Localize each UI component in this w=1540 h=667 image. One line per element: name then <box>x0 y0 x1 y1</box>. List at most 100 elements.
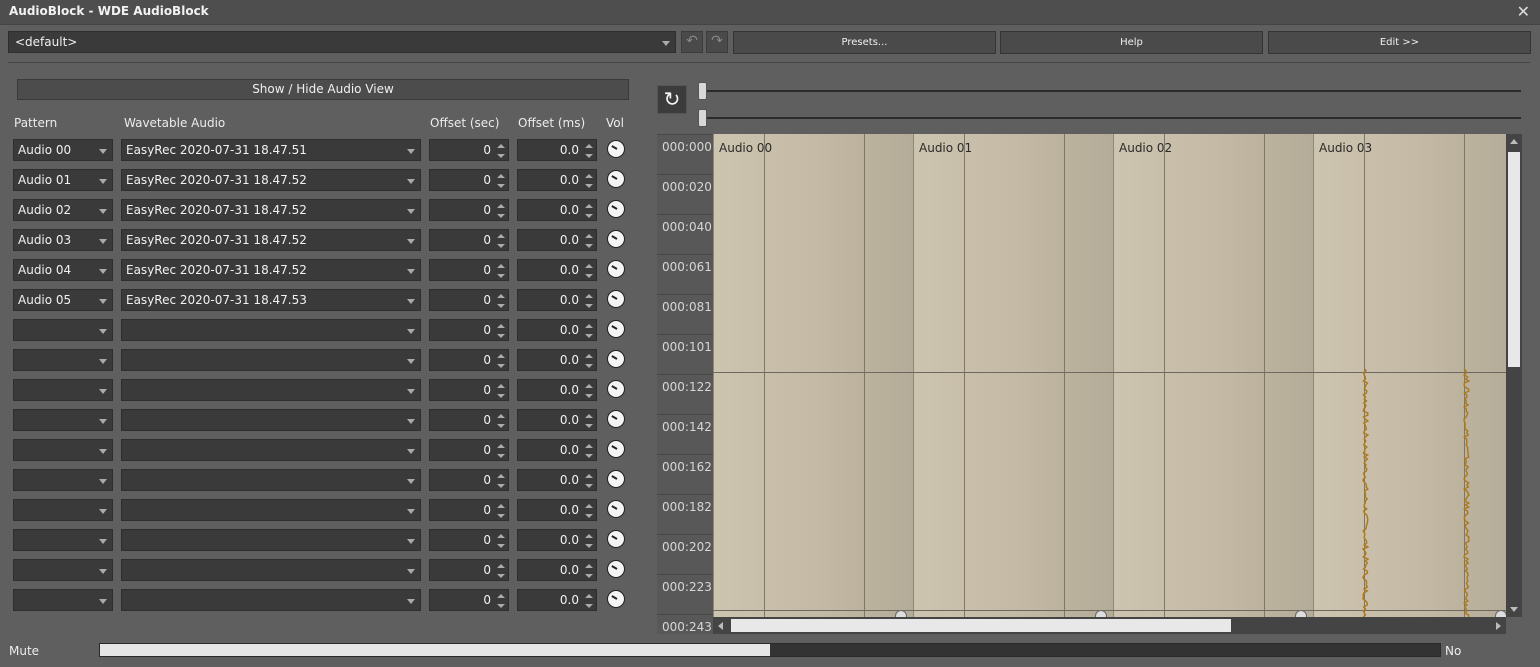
volume-knob[interactable] <box>607 410 625 428</box>
offset-ms-stepper[interactable]: 0.0 <box>517 409 597 431</box>
offset-ms-stepper[interactable]: 0.0 <box>517 259 597 281</box>
offset-sec-stepper[interactable]: 0 <box>429 259 509 281</box>
zoom-slider-track[interactable] <box>703 90 1521 92</box>
offset-sec-stepper[interactable]: 0 <box>429 439 509 461</box>
offset-sec-stepper[interactable]: 0 <box>429 139 509 161</box>
wavetable-select[interactable] <box>121 499 421 521</box>
pattern-select[interactable] <box>13 559 113 581</box>
volume-knob[interactable] <box>607 470 625 488</box>
volume-knob[interactable] <box>607 560 625 578</box>
volume-knob[interactable] <box>607 500 625 518</box>
wavetable-select[interactable]: EasyRec 2020-07-31 18.47.52 <box>121 259 421 281</box>
redo-button[interactable]: ↷ <box>706 31 728 53</box>
spin-arrows-icon[interactable] <box>585 414 593 428</box>
pattern-select[interactable]: Audio 04 <box>13 259 113 281</box>
mute-slider-fill[interactable] <box>100 644 770 656</box>
volume-knob[interactable] <box>607 320 625 338</box>
scroll-right-icon[interactable] <box>1496 622 1501 630</box>
offset-ms-stepper[interactable]: 0.0 <box>517 469 597 491</box>
spin-arrows-icon[interactable] <box>497 204 505 218</box>
spin-arrows-icon[interactable] <box>497 444 505 458</box>
spin-arrows-icon[interactable] <box>497 354 505 368</box>
volume-knob[interactable] <box>607 170 625 188</box>
pattern-select[interactable] <box>13 439 113 461</box>
offset-ms-stepper[interactable]: 0.0 <box>517 529 597 551</box>
offset-ms-stepper[interactable]: 0.0 <box>517 289 597 311</box>
wavetable-select[interactable]: EasyRec 2020-07-31 18.47.52 <box>121 169 421 191</box>
pattern-select[interactable] <box>13 379 113 401</box>
spin-arrows-icon[interactable] <box>497 144 505 158</box>
offset-sec-stepper[interactable]: 0 <box>429 229 509 251</box>
presets-button[interactable]: Presets... <box>733 31 996 54</box>
offset-sec-stepper[interactable]: 0 <box>429 529 509 551</box>
spin-arrows-icon[interactable] <box>497 534 505 548</box>
offset-sec-stepper[interactable]: 0 <box>429 589 509 611</box>
wavetable-select[interactable] <box>121 469 421 491</box>
spin-arrows-icon[interactable] <box>585 264 593 278</box>
spin-arrows-icon[interactable] <box>497 234 505 248</box>
vertical-scrollbar[interactable] <box>1506 134 1522 617</box>
horizontal-scrollbar[interactable] <box>713 617 1506 634</box>
spin-arrows-icon[interactable] <box>585 504 593 518</box>
pattern-select[interactable]: Audio 01 <box>13 169 113 191</box>
offset-sec-stepper[interactable]: 0 <box>429 469 509 491</box>
volume-knob[interactable] <box>607 260 625 278</box>
offset-ms-stepper[interactable]: 0.0 <box>517 559 597 581</box>
wavetable-select[interactable]: EasyRec 2020-07-31 18.47.51 <box>121 139 421 161</box>
volume-knob[interactable] <box>607 440 625 458</box>
wavetable-select[interactable] <box>121 439 421 461</box>
offset-ms-stepper[interactable]: 0.0 <box>517 229 597 251</box>
offset-sec-stepper[interactable]: 0 <box>429 379 509 401</box>
pattern-select[interactable]: Audio 00 <box>13 139 113 161</box>
spin-arrows-icon[interactable] <box>585 354 593 368</box>
wavetable-select[interactable] <box>121 349 421 371</box>
position-slider-track[interactable] <box>703 117 1521 119</box>
pattern-select[interactable] <box>13 529 113 551</box>
spin-arrows-icon[interactable] <box>585 294 593 308</box>
mute-slider[interactable] <box>99 643 1441 657</box>
pattern-select[interactable] <box>13 349 113 371</box>
scroll-left-icon[interactable] <box>718 622 723 630</box>
wavetable-select[interactable]: EasyRec 2020-07-31 18.47.52 <box>121 199 421 221</box>
spin-arrows-icon[interactable] <box>585 534 593 548</box>
pattern-select[interactable] <box>13 499 113 521</box>
spin-arrows-icon[interactable] <box>585 234 593 248</box>
pattern-select[interactable]: Audio 02 <box>13 199 113 221</box>
spin-arrows-icon[interactable] <box>585 204 593 218</box>
help-button[interactable]: Help <box>1000 31 1263 54</box>
volume-knob[interactable] <box>607 230 625 248</box>
edit-button[interactable]: Edit >> <box>1268 31 1531 54</box>
undo-button[interactable]: ↶ <box>681 31 703 53</box>
spin-arrows-icon[interactable] <box>585 444 593 458</box>
volume-knob[interactable] <box>607 200 625 218</box>
wavetable-select[interactable] <box>121 559 421 581</box>
refresh-button[interactable]: ↻ <box>657 85 687 114</box>
volume-knob[interactable] <box>607 290 625 308</box>
spin-arrows-icon[interactable] <box>585 594 593 608</box>
offset-ms-stepper[interactable]: 0.0 <box>517 379 597 401</box>
zoom-slider-handle[interactable] <box>698 82 707 100</box>
volume-knob[interactable] <box>607 530 625 548</box>
wavetable-select[interactable] <box>121 409 421 431</box>
spin-arrows-icon[interactable] <box>497 594 505 608</box>
offset-ms-stepper[interactable]: 0.0 <box>517 499 597 521</box>
spin-arrows-icon[interactable] <box>497 324 505 338</box>
spin-arrows-icon[interactable] <box>497 504 505 518</box>
scroll-up-icon[interactable] <box>1510 139 1518 144</box>
pattern-select[interactable] <box>13 589 113 611</box>
spin-arrows-icon[interactable] <box>497 174 505 188</box>
volume-knob[interactable] <box>607 380 625 398</box>
pattern-select[interactable] <box>13 469 113 491</box>
show-hide-audio-view-button[interactable]: Show / Hide Audio View <box>17 79 629 100</box>
spin-arrows-icon[interactable] <box>585 324 593 338</box>
wavetable-select[interactable]: EasyRec 2020-07-31 18.47.52 <box>121 229 421 251</box>
wavetable-select[interactable] <box>121 589 421 611</box>
horizontal-scrollbar-thumb[interactable] <box>731 619 1231 632</box>
wavetable-select[interactable] <box>121 319 421 341</box>
pattern-select[interactable]: Audio 05 <box>13 289 113 311</box>
pattern-select[interactable] <box>13 409 113 431</box>
offset-ms-stepper[interactable]: 0.0 <box>517 319 597 341</box>
pattern-select[interactable] <box>13 319 113 341</box>
offset-sec-stepper[interactable]: 0 <box>429 499 509 521</box>
offset-sec-stepper[interactable]: 0 <box>429 559 509 581</box>
